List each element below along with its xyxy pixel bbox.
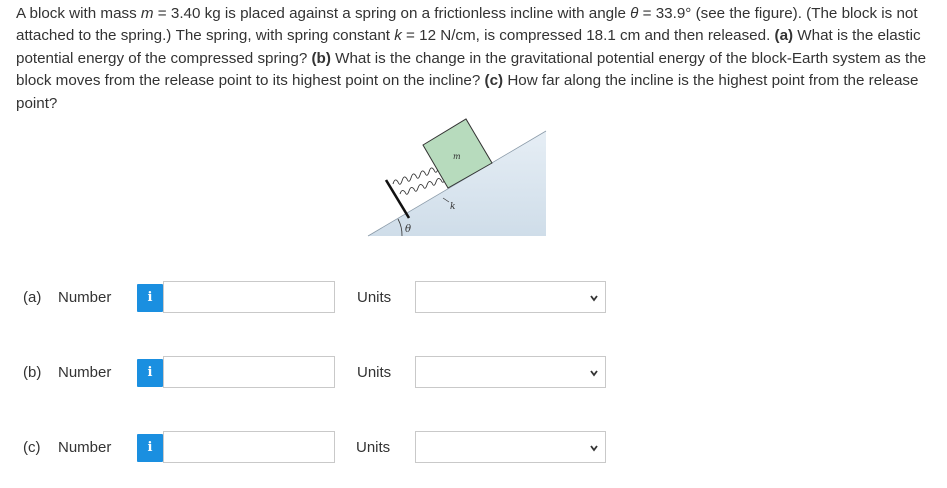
part-label: (c) [23, 439, 41, 456]
answer-row-b: (b) Number i Units [0, 356, 947, 390]
angle-label: θ [405, 224, 411, 235]
spring-wall [384, 179, 411, 219]
part-label: (b) [23, 364, 42, 381]
info-icon[interactable]: i [137, 284, 163, 312]
chevron-down-icon [590, 370, 598, 377]
number-label: Number [58, 289, 112, 306]
question-var-k: k [394, 27, 402, 45]
info-icon[interactable]: i [137, 359, 163, 387]
units-select-a[interactable] [415, 281, 606, 313]
number-input-c[interactable] [163, 431, 335, 463]
part-b-marker: (b) [311, 49, 331, 67]
incline-diagram: m k θ [367, 118, 547, 237]
spring-label: k [450, 202, 455, 212]
units-label: Units [357, 364, 392, 381]
question-var-m: m [140, 5, 154, 22]
part-c-marker: (c) [484, 72, 504, 90]
incline-figure: m k θ [365, 118, 550, 240]
chevron-down-icon [590, 445, 598, 452]
units-label: Units [357, 289, 392, 306]
question-segment: = 12 N/cm, is compressed 18.1 cm and the… [401, 27, 775, 45]
question-text: A block with mass m = 3.40 kg is placed … [16, 3, 941, 115]
part-a-marker: (a) [774, 27, 794, 45]
number-label: Number [58, 439, 112, 456]
number-label: Number [58, 364, 112, 381]
units-select-b[interactable] [415, 356, 606, 388]
number-input-b[interactable] [163, 356, 335, 388]
question-segment: = 3.40 kg is placed against a spring on … [153, 5, 631, 22]
info-icon[interactable]: i [137, 434, 163, 462]
answer-row-c: (c) Number i Units [0, 431, 947, 465]
block-label: m [453, 152, 461, 161]
answer-row-a: (a) Number i Units [0, 281, 947, 315]
part-label: (a) [23, 289, 42, 306]
number-input-a[interactable] [163, 281, 335, 313]
units-select-c[interactable] [415, 431, 606, 463]
units-label: Units [356, 439, 391, 456]
question-segment: A block with mass [16, 5, 141, 22]
chevron-down-icon [590, 295, 598, 302]
